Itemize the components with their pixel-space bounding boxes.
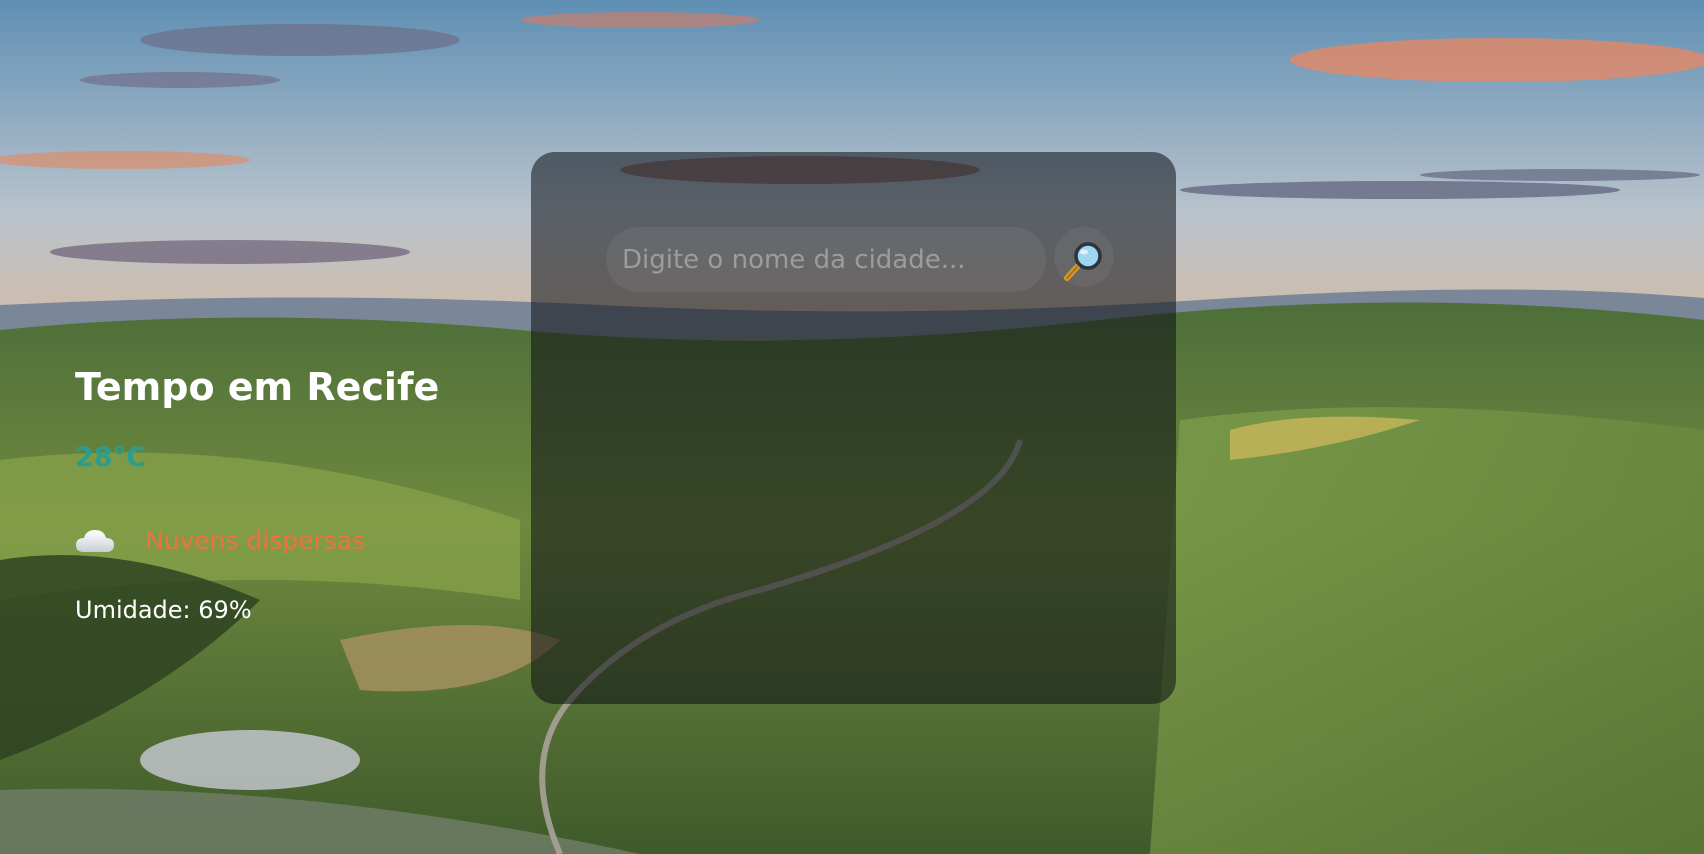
humidity-readout: Umidade: 69% xyxy=(75,598,252,622)
search-button[interactable] xyxy=(1054,227,1114,287)
city-title: Tempo em Recife xyxy=(75,365,440,409)
temperature-value: 28°C xyxy=(75,442,146,473)
weather-condition: Nuvens dispersas xyxy=(75,520,365,560)
search-bar xyxy=(606,227,1114,292)
humidity-value: 69% xyxy=(198,596,252,624)
condition-text: Nuvens dispersas xyxy=(145,525,366,555)
weather-card xyxy=(531,152,1176,704)
city-search-input[interactable] xyxy=(606,227,1046,292)
cloud-icon xyxy=(76,530,114,552)
humidity-label: Umidade: xyxy=(75,596,191,624)
magnifying-glass-icon xyxy=(1064,242,1102,281)
